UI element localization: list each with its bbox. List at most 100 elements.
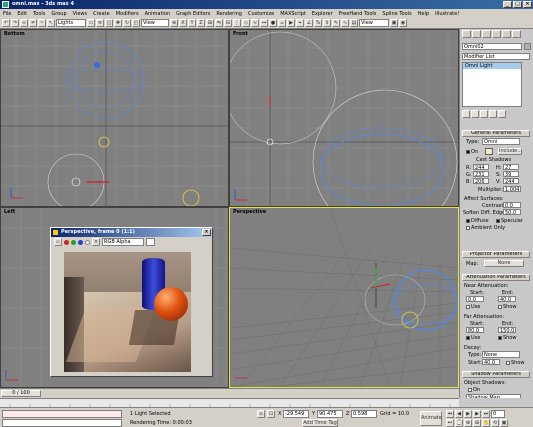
object-color-swatch[interactable] [524, 43, 531, 50]
menu-spline-tools[interactable]: Spline Tools [379, 11, 414, 17]
quick-render-icon[interactable]: ▶ [287, 19, 295, 27]
multiplier-field[interactable]: 1.004 [503, 186, 521, 192]
menu-edit[interactable]: Edit [14, 11, 30, 17]
select-icon[interactable]: ↖ [47, 19, 55, 27]
object-name-field[interactable]: Omni02 [462, 43, 522, 50]
named-selection-icon[interactable]: ◇ [242, 19, 250, 27]
menu-group[interactable]: Group [48, 11, 69, 17]
link-icon[interactable]: ∞ [20, 19, 28, 27]
track-view-icon[interactable]: ≈ [251, 19, 259, 27]
render-scene-icon[interactable]: ☕ [278, 19, 286, 27]
menu-maxscript[interactable]: MAXScript [277, 11, 309, 17]
lock-selection-icon[interactable]: ⌂ [257, 410, 265, 418]
redo-icon[interactable]: ↷ [11, 19, 19, 27]
align-icon[interactable]: ⊟ [224, 19, 232, 27]
x-coordinate-field[interactable]: -29.549 [283, 410, 309, 418]
show-end-result-icon[interactable] [471, 110, 479, 118]
menu-customize[interactable]: Customize [245, 11, 277, 17]
projector-map-button[interactable]: None [484, 260, 524, 267]
on-checkbox[interactable] [466, 149, 470, 154]
spline-icon[interactable]: ∿ [341, 19, 349, 27]
decay-show-checkbox[interactable]: Show [506, 360, 525, 366]
current-frame-field[interactable]: 0 [491, 410, 505, 418]
soften-field[interactable]: 50.0 [503, 209, 521, 215]
pin-stack-icon[interactable] [462, 110, 470, 118]
display-channel-dropdown[interactable]: RGB Alpha [102, 238, 144, 246]
near-start-field[interactable]: 0.0 [466, 296, 484, 302]
pivot-icon[interactable]: ⊕ [170, 19, 178, 27]
make-unique-icon[interactable] [480, 110, 488, 118]
arc-rotate-icon[interactable]: ⟲ [491, 419, 499, 427]
display-tab-icon[interactable] [502, 30, 511, 38]
layer-icon[interactable]: ▤ [350, 19, 358, 27]
modifier-list-dropdown[interactable]: Modifier List [462, 53, 530, 60]
light-color-swatch[interactable] [485, 148, 493, 155]
far-show-checkbox[interactable]: Show [498, 335, 517, 341]
menu-tools[interactable]: Tools [30, 11, 48, 17]
selection-filter-dropdown[interactable]: Lights [56, 19, 86, 27]
menu-freehand-tools[interactable]: FreeHand Tools [336, 11, 380, 17]
close-button[interactable]: × [523, 1, 532, 8]
render-last-icon[interactable]: ◉ [399, 19, 407, 27]
red-field[interactable]: 244 [473, 164, 489, 170]
maximize-viewport-icon[interactable]: ▣ [500, 419, 508, 427]
saturation-field[interactable]: 39 [503, 171, 519, 177]
add-time-tag-button[interactable]: Add Time Tag [302, 419, 338, 427]
time-slider-track[interactable]: 0 / 100 [0, 388, 459, 398]
diffuse-check[interactable] [466, 218, 470, 223]
include-button[interactable]: Include... [498, 148, 522, 155]
decay-type-dropdown[interactable]: None [482, 351, 520, 358]
render-type-icon[interactable]: ▣ [390, 19, 398, 27]
snap-icon[interactable]: ⌖ [296, 19, 304, 27]
ambient-only-check[interactable] [466, 225, 470, 230]
value-field[interactable]: 244 [503, 178, 519, 184]
hierarchy-tab-icon[interactable] [482, 30, 491, 38]
menu-help[interactable]: Help [415, 11, 432, 17]
axis-y-icon[interactable]: Y [188, 19, 196, 27]
far-end-field[interactable]: 150.0 [498, 327, 516, 333]
shadow-on-checkbox[interactable]: On [468, 387, 480, 393]
animate-button[interactable]: Animate [420, 411, 442, 426]
near-use-check[interactable] [466, 304, 470, 309]
red-channel-icon[interactable] [64, 239, 69, 245]
far-use-checkbox[interactable]: Use [466, 335, 480, 341]
time-slider[interactable]: 0 / 100 [1, 390, 41, 397]
far-start-field[interactable]: 80.0 [466, 327, 484, 333]
spinner-snap-icon[interactable]: ⇕ [323, 19, 331, 27]
specular-check[interactable] [496, 218, 500, 223]
render-frame-window[interactable]: Perspective, frame 0 (1:1) × ▫ × RGB Alp… [50, 227, 213, 377]
unlink-icon[interactable]: ≠ [29, 19, 37, 27]
menu-animation[interactable]: Animation [142, 11, 174, 17]
axis-z-icon[interactable]: Z [197, 19, 205, 27]
viewport-perspective[interactable]: Perspective [229, 207, 459, 388]
select-region-icon[interactable]: ▭ [87, 19, 95, 27]
hue-field[interactable]: 27 [503, 164, 519, 170]
attenuation-parameters-rollout[interactable]: Attenuation Parameters [462, 274, 530, 281]
green-field[interactable]: 231 [473, 171, 489, 177]
far-use-check[interactable] [466, 335, 470, 340]
move-icon[interactable]: ✥ [114, 19, 122, 27]
menu-illustrate[interactable]: Illustrate! [432, 11, 462, 17]
time-config-icon[interactable]: ⌚ [455, 419, 463, 427]
maxscript-listener[interactable] [2, 410, 122, 418]
alpha-channel-icon[interactable] [85, 239, 90, 245]
undo-icon[interactable]: ↶ [2, 19, 10, 27]
light-type-dropdown[interactable]: Omni [482, 138, 520, 145]
shadow-parameters-rollout[interactable]: Shadow Parameters [462, 371, 530, 378]
menu-views[interactable]: Views [70, 11, 90, 17]
view-dropdown[interactable]: View [359, 19, 389, 27]
key-mode-icon[interactable]: ⊷ [446, 419, 454, 427]
motion-tab-icon[interactable] [492, 30, 501, 38]
window-crossing-icon[interactable]: ◫ [105, 19, 113, 27]
menu-rendering[interactable]: Rendering [213, 11, 245, 17]
decay-show-check[interactable] [506, 360, 510, 365]
close-button[interactable]: × [202, 229, 211, 236]
mirror-icon[interactable]: ⇋ [215, 19, 223, 27]
maxscript-output[interactable] [2, 419, 122, 427]
schematic-view-icon[interactable]: ⊶ [260, 19, 268, 27]
menu-file[interactable]: File [0, 11, 14, 17]
viewport-bottom[interactable]: Bottom [0, 29, 229, 207]
bind-space-warp-icon[interactable]: ~ [38, 19, 46, 27]
zoom-all-icon[interactable]: ⊞ [473, 419, 481, 427]
color-swatch[interactable] [146, 238, 155, 246]
